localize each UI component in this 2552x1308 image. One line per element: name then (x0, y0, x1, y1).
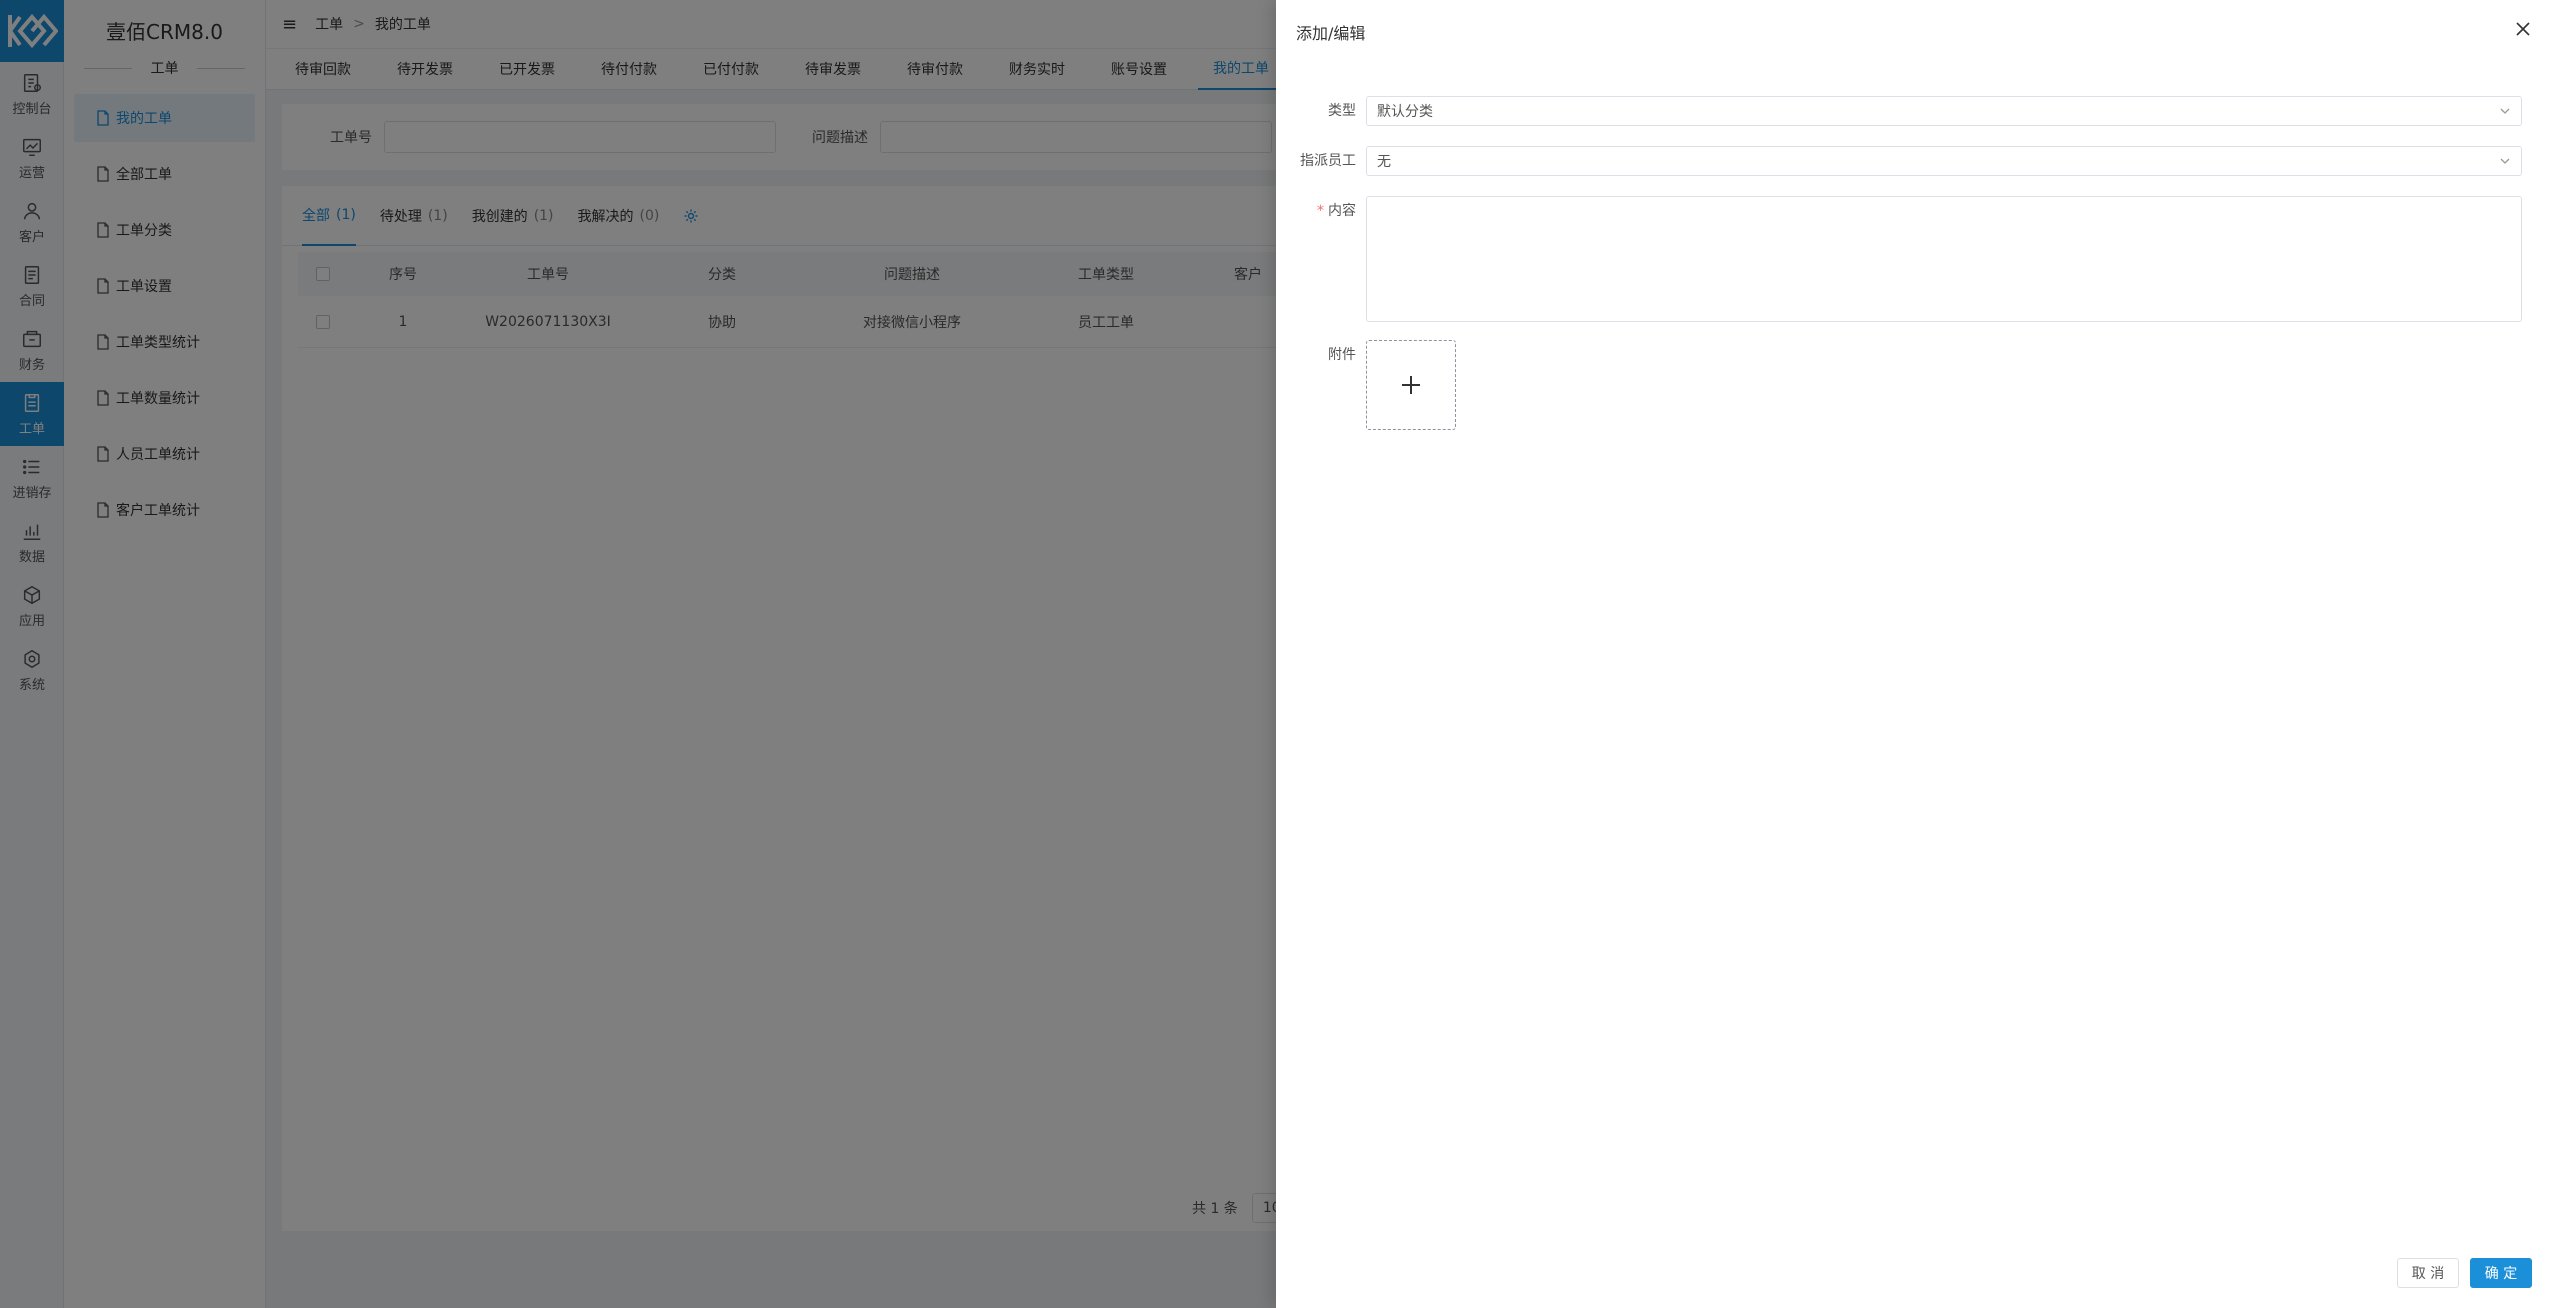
form-row-assignee: 指派员工 无 (1276, 146, 2522, 176)
plus-icon (1402, 376, 1420, 394)
required-mark: * (1317, 203, 1324, 219)
assignee-select[interactable]: 无 (1366, 146, 2522, 176)
chevron-down-icon (2500, 108, 2510, 114)
close-icon[interactable] (2512, 18, 2534, 40)
drawer-title: 添加/编辑 (1296, 24, 1366, 43)
assignee-value: 无 (1377, 154, 1391, 170)
content-label: * 内容 (1276, 196, 1366, 226)
upload-button[interactable] (1366, 340, 1456, 430)
type-label: 类型 (1328, 103, 1356, 119)
assignee-label: 指派员工 (1300, 153, 1356, 169)
confirm-button[interactable]: 确 定 (2470, 1258, 2532, 1288)
content-textarea[interactable] (1366, 196, 2522, 322)
cancel-button[interactable]: 取 消 (2397, 1258, 2459, 1288)
type-value: 默认分类 (1377, 104, 1433, 120)
form-row-content: * 内容 (1276, 196, 2522, 322)
attachment-label: 附件 (1328, 347, 1356, 363)
form-row-type: 类型 默认分类 (1276, 96, 2522, 126)
form-row-attachment: 附件 (1276, 340, 1456, 430)
edit-drawer: 添加/编辑 类型 默认分类 指派员工 无 * 内容 附件 取 消 确 定 (1276, 0, 2552, 1308)
content-label-text: 内容 (1328, 203, 1356, 219)
type-select[interactable]: 默认分类 (1366, 96, 2522, 126)
chevron-down-icon (2500, 158, 2510, 164)
